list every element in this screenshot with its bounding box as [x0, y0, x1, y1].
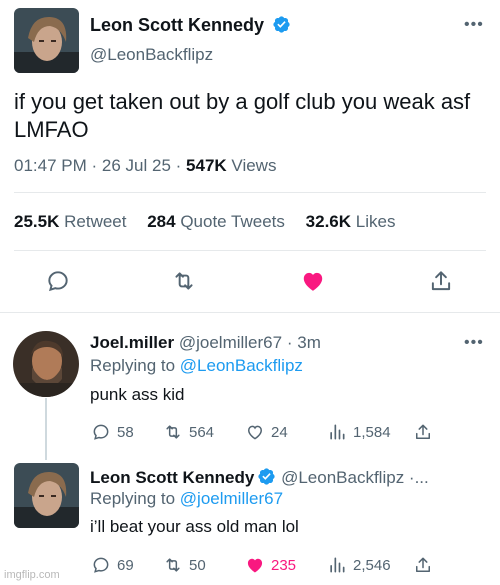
replying-to-handle[interactable]: @LeonBackflipz — [180, 356, 303, 375]
reply-icon — [48, 271, 68, 292]
more-icon[interactable]: ••• — [464, 16, 484, 34]
retweet-icon — [166, 425, 180, 439]
reply-icon — [93, 557, 109, 573]
replying-to-label: Replying to — [90, 356, 176, 375]
reply-author-name[interactable]: Leon Scott Kennedy — [90, 468, 254, 487]
verified-icon — [273, 16, 290, 33]
divider — [0, 312, 500, 313]
reply-button[interactable]: 69 — [91, 555, 163, 575]
like-button[interactable]: 24 — [245, 422, 327, 442]
tweet-time[interactable]: 01:47 PM — [14, 156, 87, 175]
share-icon — [416, 424, 430, 439]
tweet-date[interactable]: 26 Jul 25 — [102, 156, 171, 175]
avatar-leon-image — [14, 8, 79, 73]
views-count: 547K — [186, 156, 227, 175]
avatar-leon[interactable] — [14, 8, 79, 73]
retweet-count: 564 — [189, 423, 215, 441]
retweet-button[interactable]: 564 — [163, 422, 245, 442]
avatar-leon[interactable] — [14, 463, 79, 528]
retweets-count: 25.5K — [14, 212, 60, 231]
share-icon — [416, 557, 430, 572]
reply-actions: 69 50 235 2,546 — [91, 555, 439, 575]
tweet-text: if you get taken out by a golf club you … — [14, 89, 471, 142]
meta-separator: · — [175, 156, 182, 175]
reply-icon — [93, 424, 109, 440]
avatar-joel[interactable] — [13, 331, 79, 397]
watermark: imgflip.com — [4, 569, 60, 581]
tweet-meta: 01:47 PM · 26 Jul 25 · 547K Views — [14, 156, 276, 176]
divider — [14, 250, 486, 251]
heart-icon — [303, 272, 323, 291]
share-button[interactable] — [413, 555, 439, 575]
reply-author-handle[interactable]: @LeonBackflipz ·... — [281, 468, 429, 487]
replying-to-handle[interactable]: @joelmiller67 — [180, 489, 283, 508]
avatar-leon-image — [14, 463, 79, 528]
author-name[interactable]: Leon Scott Kennedy — [90, 15, 291, 36]
like-button[interactable] — [300, 268, 326, 294]
retweet-icon — [175, 272, 193, 290]
likes-label: Likes — [355, 212, 396, 231]
divider — [14, 192, 486, 193]
share-button[interactable] — [413, 422, 439, 442]
reply-actions: 58 564 24 1,584 — [91, 422, 439, 442]
view-count: 1,584 — [353, 423, 391, 441]
like-count: 24 — [271, 423, 288, 441]
replying-to: Replying to @joelmiller67 — [90, 489, 283, 509]
reply-author-name[interactable]: Joel.miller — [90, 333, 174, 352]
replying-to-label: Replying to — [90, 489, 176, 508]
reply-button[interactable]: 58 — [91, 422, 163, 442]
quotes-count: 284 — [147, 212, 176, 231]
like-count: 235 — [271, 556, 297, 574]
retweets-label: Retweet — [64, 212, 127, 231]
reply-header: Leon Scott Kennedy @LeonBackflipz ·... — [90, 467, 429, 488]
author-name-text: Leon Scott Kennedy — [90, 15, 265, 35]
view-count: 2,546 — [353, 556, 391, 574]
share-button[interactable] — [428, 268, 454, 294]
retweets-stat[interactable]: 25.5K Retweet — [14, 212, 126, 231]
retweet-icon — [166, 558, 180, 572]
reply-count: 69 — [117, 556, 134, 574]
views-button[interactable]: 1,584 — [327, 422, 413, 442]
reply-text: i’ll beat your ass old man lol — [90, 517, 299, 536]
reply-dot: · — [286, 333, 293, 352]
views-button[interactable]: 2,546 — [327, 555, 413, 575]
tweet-stats: 25.5K Retweet 284 Quote Tweets 32.6K Lik… — [14, 212, 411, 232]
likes-count: 32.6K — [305, 212, 352, 231]
heart-icon — [247, 558, 263, 573]
avatar-joel-image — [13, 331, 79, 397]
reply-text: punk ass kid — [90, 385, 185, 404]
author-handle[interactable]: @LeonBackflipz — [90, 45, 213, 65]
views-label: Views — [231, 156, 277, 175]
reply-time[interactable]: 3m — [297, 333, 321, 352]
replying-to: Replying to @LeonBackflipz — [90, 356, 303, 376]
retweet-button[interactable]: 50 — [163, 555, 245, 575]
reply-author-handle[interactable]: @joelmiller67 — [179, 333, 282, 352]
thread-line — [45, 398, 47, 460]
like-button[interactable]: 235 — [245, 555, 327, 575]
reply-button[interactable] — [45, 268, 71, 294]
views-icon — [330, 424, 345, 440]
meta-separator: · — [91, 156, 98, 175]
likes-stat[interactable]: 32.6K Likes — [306, 212, 396, 231]
quotes-stat[interactable]: 284 Quote Tweets — [147, 212, 285, 231]
views-icon — [330, 557, 345, 573]
more-icon[interactable]: ••• — [464, 334, 484, 352]
retweet-button[interactable] — [171, 268, 197, 294]
reply-count: 58 — [117, 423, 134, 441]
reply-header: Joel.miller @joelmiller67 · 3m — [90, 333, 321, 353]
heart-icon — [247, 425, 263, 440]
quotes-label: Quote Tweets — [180, 212, 285, 231]
share-icon — [431, 271, 451, 291]
verified-icon — [258, 468, 275, 485]
retweet-count: 50 — [189, 556, 206, 574]
